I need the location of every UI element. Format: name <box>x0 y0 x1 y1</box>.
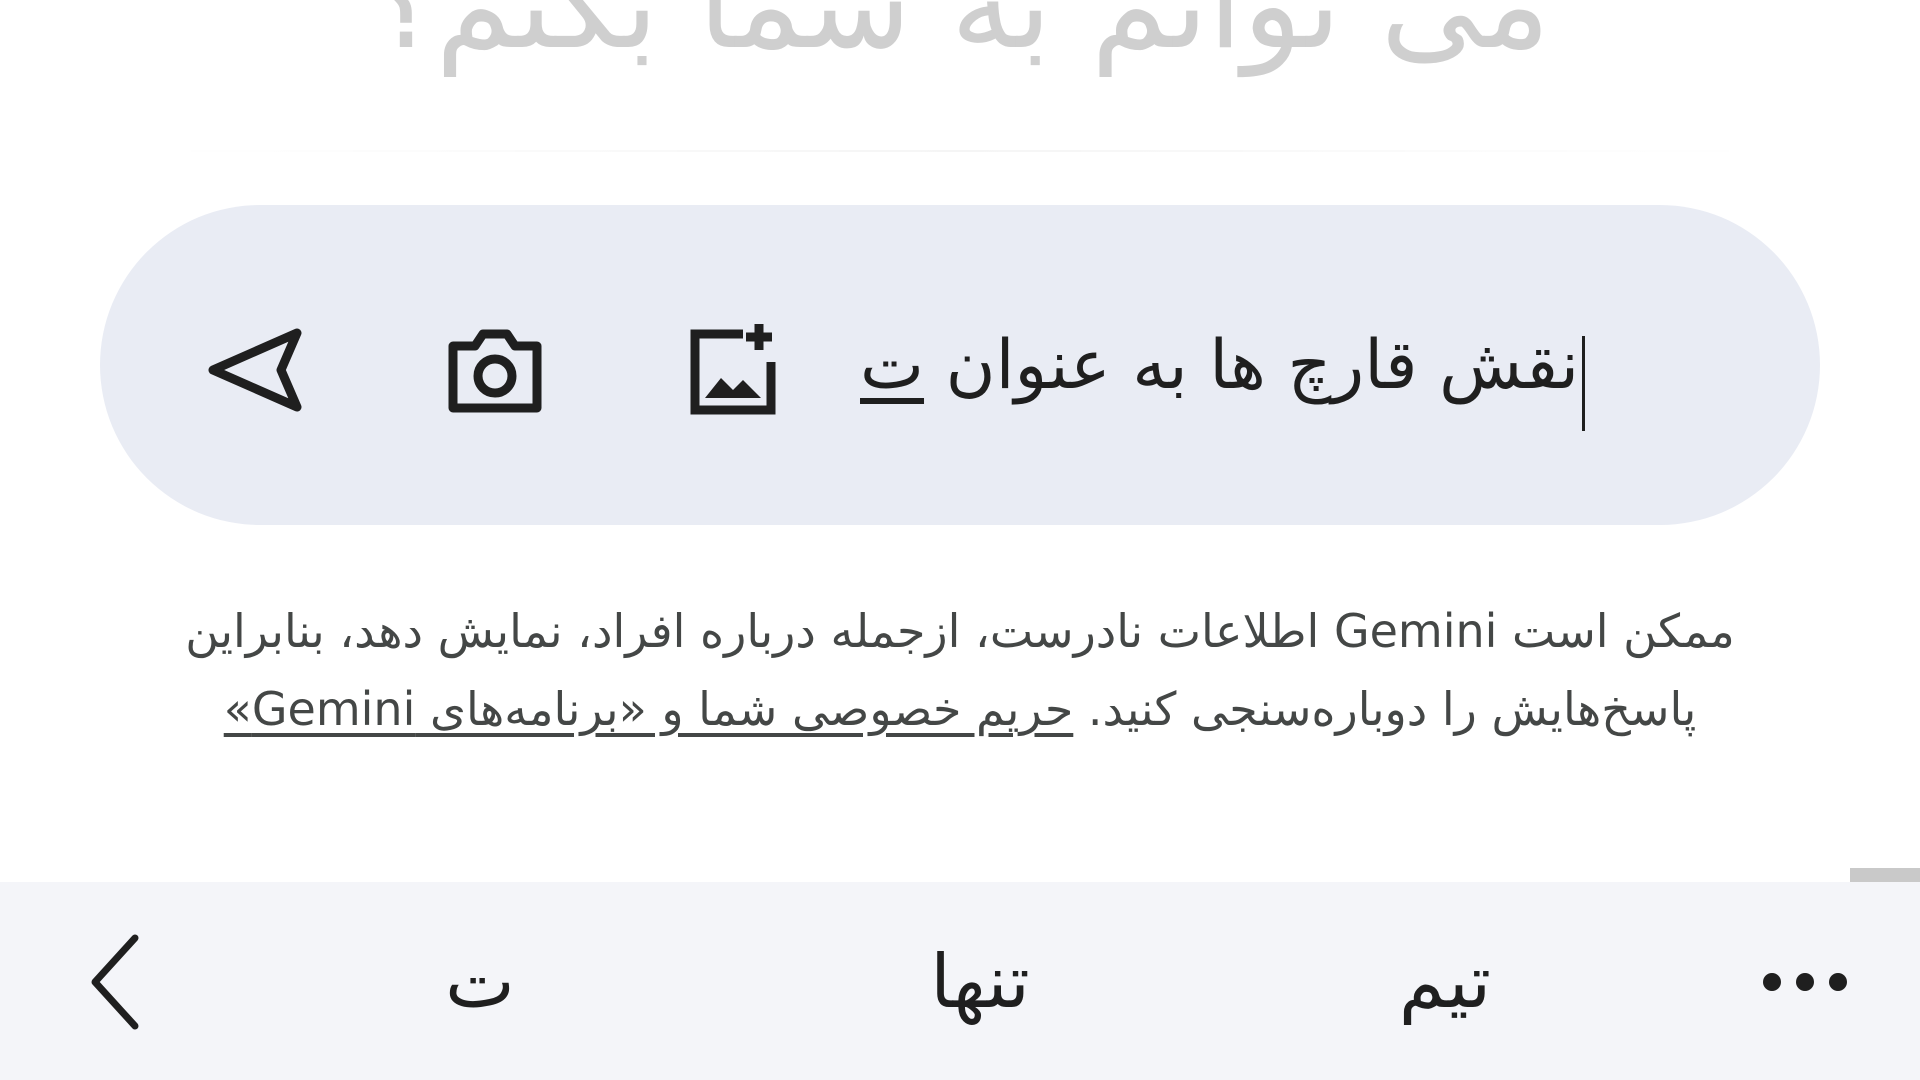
collapse-suggestions-button[interactable] <box>70 927 160 1037</box>
prompt-input-bar[interactable]: نقش قارچ ها به عنوان ت <box>100 205 1820 525</box>
prompt-composing-text: ت <box>860 325 925 405</box>
prompt-input[interactable]: نقش قارچ ها به عنوان ت <box>860 305 1690 431</box>
suggestion-2[interactable]: تنها <box>860 927 1100 1037</box>
greeting-headline: می توانم به شما بکنم؟ <box>369 0 1551 77</box>
privacy-link[interactable]: حریم خصوصی شما و «برنامه‌های Gemini» <box>224 682 1074 736</box>
divider <box>150 150 1770 152</box>
more-icon <box>1763 973 1847 991</box>
suggestion-3[interactable]: ت <box>390 927 570 1037</box>
camera-icon <box>448 329 542 413</box>
prompt-input-text: نقش قارچ ها به عنوان <box>924 325 1580 405</box>
disclaimer-text: ممکن است Gemini اطلاعات نادرست، ازجمله د… <box>120 592 1800 748</box>
camera-button[interactable] <box>440 315 550 425</box>
suggestion-1[interactable]: تیم <box>1350 927 1540 1037</box>
more-suggestions-button[interactable] <box>1740 927 1870 1037</box>
scrollbar[interactable] <box>1850 868 1920 882</box>
add-image-icon <box>690 324 776 415</box>
send-button[interactable] <box>200 315 310 425</box>
chevron-left-icon <box>91 934 139 1030</box>
text-caret <box>1582 335 1586 431</box>
add-image-button[interactable] <box>680 315 790 425</box>
send-icon <box>208 328 302 412</box>
keyboard-suggestion-bar: ت تنها تیم <box>0 882 1920 1080</box>
